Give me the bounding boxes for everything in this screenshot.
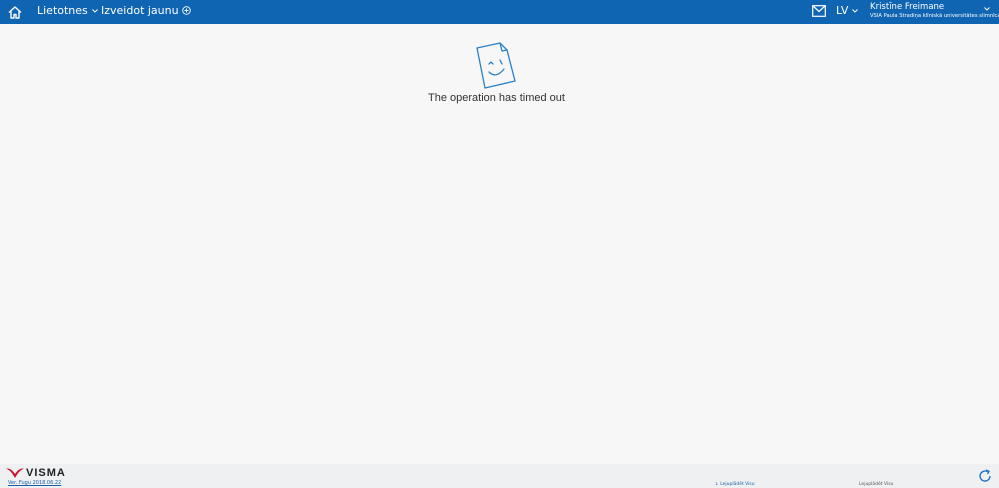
timeout-message: The operation has timed out [428,92,565,104]
refresh-icon[interactable] [978,469,992,483]
footer: VISMA Ver. Fugu 2018.06.22 ↓ Lejuplādēt … [0,464,999,488]
language-label: LV [836,4,849,17]
version-link[interactable]: Ver. Fugu 2018.06.22 [8,480,61,486]
main-content: The operation has timed out [0,24,999,464]
home-button[interactable] [1,0,29,24]
language-selector[interactable]: LV [836,4,859,17]
chevron-down-icon [852,8,859,13]
user-name: Kristīne Freimane [870,2,945,12]
plus-circle-icon [181,6,191,15]
chevron-down-icon [91,8,98,13]
nav-create-new-label: Izveidot jaunu [101,4,179,17]
nav-apps[interactable]: Lietotnes [37,4,98,17]
download-link-secondary[interactable]: Lejuplādēt Visu [859,482,893,487]
top-bar: Lietotnes Izveidot jaunu LV Kristīne Fre… [0,0,999,24]
nav-create-new[interactable]: Izveidot jaunu [101,4,191,17]
user-organization: VSIA Paula Stradiņa klīniskā universitāt… [870,13,999,19]
smiling-document-icon [476,42,516,89]
nav-apps-label: Lietotnes [37,4,88,17]
logo-text: VISMA [26,467,66,479]
download-link[interactable]: ↓ Lejuplādēt Visu [715,482,755,487]
mail-icon[interactable] [812,5,826,17]
user-menu[interactable]: Kristīne Freimane VSIA Paula Stradiņa kl… [870,2,999,20]
home-icon [8,5,22,19]
visma-logo-mark-icon [6,468,24,478]
chevron-down-icon[interactable] [984,7,990,11]
visma-logo: VISMA [5,467,66,479]
